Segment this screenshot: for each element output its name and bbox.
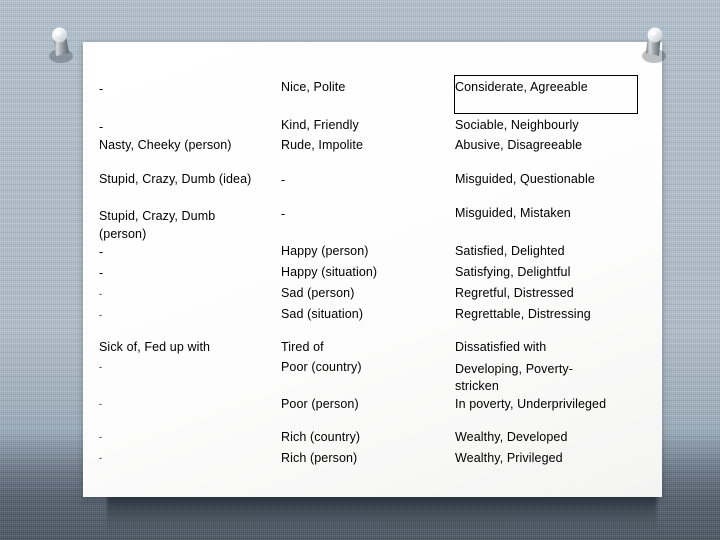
row-stupid-idea-col-a: Stupid, Crazy, Dumb (idea) [99,172,252,186]
row-tired-of-col-a: Sick of, Fed up with [99,340,211,354]
row-stupid-idea-col-c: Misguided, Questionable [455,172,595,186]
vocabulary-table: - Nice, Polite Considerate, Agreeable - … [83,42,662,497]
push-pin-icon [49,27,73,63]
row-poor-person-col-b: Poor (person) [281,397,359,411]
row-nice-polite-col-a: - [99,82,104,96]
row-poor-person-col-c: In poverty, Underprivileged [455,397,607,411]
row-poor-country-col-a: - [99,362,103,372]
row-tired-of-col-b: Tired of [281,340,324,354]
row-sad-person-col-a: - [99,289,103,299]
row-stupid-person-col-c: Misguided, Mistaken [455,206,571,220]
row-stupid-person-col-a: Stupid, Crazy, Dumb (person) [99,209,216,242]
row-sad-situation-col-c: Regrettable, Distressing [455,307,591,321]
row-poor-person-col-a: - [99,399,103,409]
row-poor-country-col-c: Developing, Poverty- stricken [455,362,574,393]
row-rich-country-col-b: Rich (country) [281,430,361,444]
paper-card: - Nice, Polite Considerate, Agreeable - … [83,42,662,497]
row-nice-polite-col-b: Nice, Polite [281,80,346,94]
row-happy-situation-col-c: Satisfying, Delightful [455,265,571,279]
row-nasty-cheeky-col-c: Abusive, Disagreeable [455,138,583,152]
row-stupid-person-col-b: - [281,207,286,221]
row-kind-friendly-col-a: - [99,120,104,134]
slide-canvas: - Nice, Polite Considerate, Agreeable - … [0,0,720,540]
row-sad-person-col-c: Regretful, Distressed [455,286,574,300]
row-happy-person-col-c: Satisfied, Delighted [455,244,565,258]
row-tired-of-col-c: Dissatisfied with [455,340,547,354]
row-nice-polite-col-c: Considerate, Agreeable [455,80,588,94]
row-stupid-idea-col-b: - [281,173,286,187]
row-rich-person-col-c: Wealthy, Privileged [455,451,563,465]
row-nasty-cheeky-col-b: Rude, Impolite [281,138,363,152]
row-happy-situation-col-b: Happy (situation) [281,265,378,279]
row-sad-situation-col-b: Sad (situation) [281,307,364,321]
row-kind-friendly-col-c: Sociable, Neighbourly [455,118,579,132]
row-nasty-cheeky-col-a: Nasty, Cheeky (person) [99,138,232,152]
row-happy-situation-col-a: - [99,266,104,280]
row-happy-person-col-b: Happy (person) [281,244,369,258]
row-kind-friendly-col-b: Kind, Friendly [281,118,359,132]
row-rich-person-col-a: - [99,453,103,463]
row-rich-person-col-b: Rich (person) [281,451,358,465]
row-happy-person-col-a: - [99,245,104,259]
row-poor-country-col-b: Poor (country) [281,360,362,374]
row-sad-person-col-b: Sad (person) [281,286,355,300]
row-rich-country-col-a: - [99,432,103,442]
row-rich-country-col-c: Wealthy, Developed [455,430,568,444]
row-sad-situation-col-a: - [99,310,103,320]
